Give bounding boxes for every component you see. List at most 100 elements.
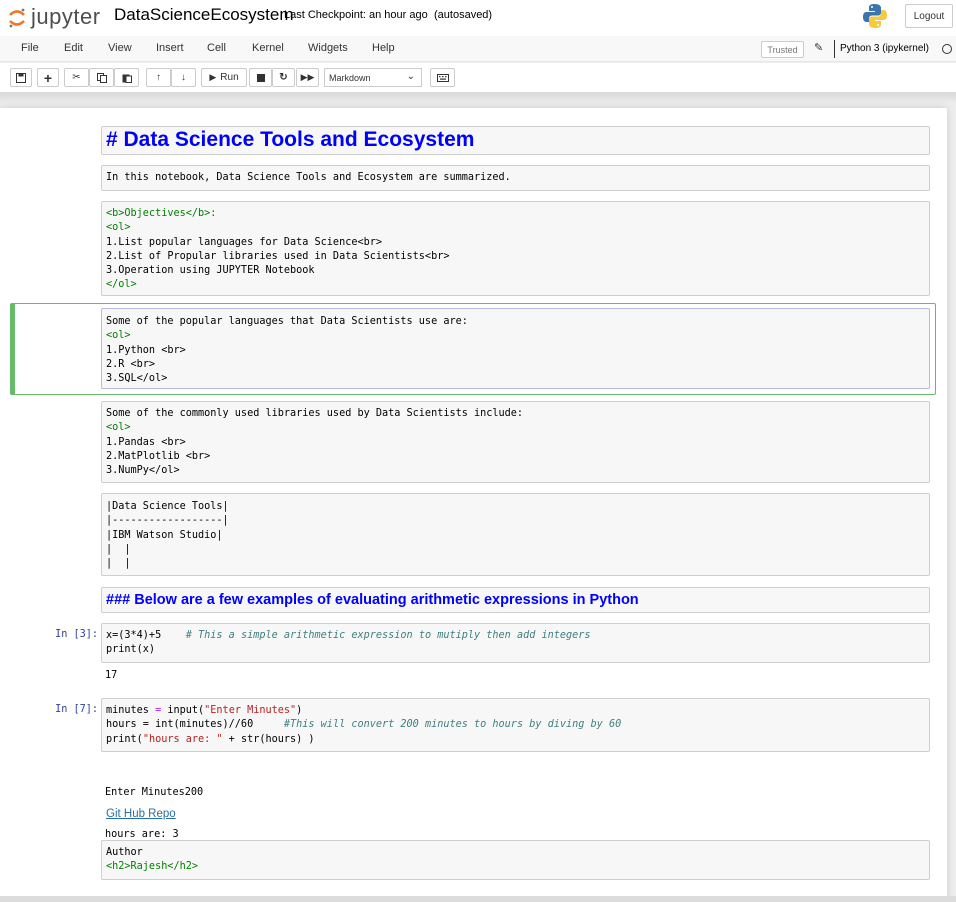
markdown-cell-table[interactable]: |Data Science Tools| |------------------… [101,493,930,576]
trusted-badge[interactable]: Trusted [761,41,804,58]
jupyter-wordmark: jupyter [31,4,101,29]
plus-icon: + [43,69,53,86]
run-label: Run [220,72,239,83]
table-line: |Data Science Tools| [106,501,229,512]
libraries-line: 1.Pandas <br> [106,436,186,448]
checkpoint-status: Last Checkpoint: an hour ago [284,9,428,21]
table-line: |IBM Watson Studio| [106,529,223,541]
scissors-icon: ✂ [72,72,81,83]
author-line: <h2>Rajesh</h2> [106,861,199,873]
menu-file[interactable]: File [21,42,39,54]
table-line: | | [106,543,131,555]
code-line: minutes = input("Enter Minutes") [106,704,925,718]
markdown-cell-heading[interactable]: # Data Science Tools and Ecosystem [101,126,930,155]
objectives-line: <ol> [106,222,131,234]
objectives-line: 1.List popular languages for Data Scienc… [106,236,383,248]
markdown-cell-heading3[interactable]: ### Below are a few examples of evaluati… [101,587,930,613]
cell-type-select[interactable]: Markdown ⌄ [324,68,422,87]
cut-button[interactable]: ✂ [64,68,89,87]
table-line: |------------------| [106,515,229,527]
markdown-cell-libraries[interactable]: Some of the commonly used libraries used… [101,401,930,483]
libraries-line: <ol> [106,422,131,434]
toolbar-shadow [0,92,956,104]
save-button[interactable] [10,68,32,87]
objectives-line: 3.Operation using JUPYTER Notebook [106,265,315,277]
code-string: "Enter Minutes" [204,705,297,716]
code-line: x=(3*4)+5 # This a simple arithmetic exp… [106,629,925,643]
heading3-source: ### Below are a few examples of evaluati… [106,592,639,608]
code-text: minutes [106,705,156,716]
code-cell-2[interactable]: minutes = input("Enter Minutes") hours =… [101,698,930,752]
toolbar [0,63,956,92]
markdown-cell-author[interactable]: Author <h2>Rajesh</h2> [101,840,930,880]
table-line: | | [106,558,131,570]
menu-cell[interactable]: Cell [207,42,226,54]
code-line: print("hours are: " + str(hours) ) [106,733,925,747]
move-down-button[interactable]: ↓ [171,68,196,87]
libraries-line: 3.NumPy</ol> [106,465,180,477]
code-text: print( [106,733,143,745]
kernel-divider [834,40,835,58]
libraries-line: 2.MatPlotlib <br> [106,450,211,462]
code-comment: # This a simple arithmetic expression to… [185,630,591,641]
command-palette-button[interactable] [430,68,455,87]
menu-insert[interactable]: Insert [156,42,184,54]
code-text: + str(hours) ) [222,733,315,745]
autosave-status: (autosaved) [434,9,493,21]
kernel-name[interactable]: Python 3 (ipykernel) [840,43,929,54]
code-comment: #This will convert 200 minutes to hours … [283,719,622,731]
objectives-line: </ol> [106,279,137,291]
run-button[interactable]: ▶ Run [201,68,247,87]
copy-icon [96,72,107,83]
menu-edit[interactable]: Edit [64,42,83,54]
cell-type-value: Markdown [329,72,371,83]
stop-icon [256,73,265,82]
markdown-cell-intro[interactable]: In this notebook, Data Science Tools and… [101,165,930,191]
languages-line: 3.SQL</ol> [106,373,168,385]
menubar: File Edit View Insert Cell Kernel Widget… [0,36,956,62]
move-up-button[interactable]: ↑ [146,68,171,87]
jupyter-logo-icon [8,8,26,28]
kernel-idle-indicator-icon [942,44,952,54]
code-cell-output: 17 [105,670,118,681]
paste-button[interactable] [114,68,139,87]
menu-help[interactable]: Help [372,42,395,54]
keyboard-icon [436,73,449,82]
menu-widgets[interactable]: Widgets [308,42,348,54]
menu-kernel[interactable]: Kernel [252,42,284,54]
intro-source: In this notebook, Data Science Tools and… [106,172,511,183]
code-string: "hours are: " [142,733,223,745]
markdown-cell-objectives[interactable]: <b>Objectives</b>: <ol> 1.List popular l… [101,201,930,296]
code-text: ) [296,705,303,716]
chevron-down-icon: ⌄ [406,71,415,82]
languages-line: Some of the popular languages that Data … [106,316,468,327]
restart-button[interactable]: ↻ [272,68,295,87]
save-icon [16,72,26,83]
code-cell-prompt: In [7]: [55,704,98,715]
horizontal-scrollbar[interactable] [0,896,956,902]
code-cell-1[interactable]: x=(3*4)+5 # This a simple arithmetic exp… [101,623,930,663]
restart-run-all-button[interactable]: ▶▶ [296,68,319,87]
menu-view[interactable]: View [108,42,132,54]
markdown-cell-languages[interactable]: Some of the popular languages that Data … [101,308,930,389]
objectives-line: <b>Objectives</b>: [106,208,217,219]
arrow-down-icon: ↓ [181,72,186,83]
languages-line: <ol> [106,330,131,342]
play-icon: ▶ [209,72,217,82]
restart-icon: ↻ [279,72,288,83]
languages-line: 1.Python <br> [106,344,186,356]
code-cell-prompt: In [3]: [55,629,98,640]
logout-button[interactable]: Logout [905,4,953,28]
code-text: hours = int(minutes)//60 [106,719,254,731]
interrupt-button[interactable] [249,68,272,87]
heading1-source: # Data Science Tools and Ecosystem [106,128,475,151]
github-repo-link[interactable]: Git Hub Repo [106,808,176,820]
author-line: Author [106,847,143,858]
jupyter-logo[interactable]: jupyter [8,4,101,30]
objectives-line: 2.List of Propular libraries used in Dat… [106,250,450,262]
notebook-name[interactable]: DataScienceEcosystem [114,5,294,25]
edit-mode-pencil-icon: ✎ [814,42,824,54]
paste-icon [122,74,132,83]
copy-button[interactable] [89,68,114,87]
insert-cell-button[interactable]: + [37,68,59,87]
